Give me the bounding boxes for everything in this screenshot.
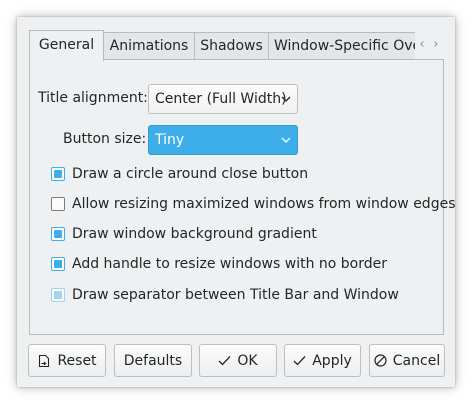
tab-shadows[interactable]: Shadows bbox=[194, 32, 269, 59]
option-resize-handle[interactable]: Add handle to resize windows with no bor… bbox=[51, 254, 387, 274]
title-alignment-combo[interactable]: Center (Full Width) bbox=[148, 84, 298, 114]
reset-button[interactable]: Reset bbox=[28, 344, 106, 377]
tab-window-specific[interactable]: Window-Specific Ove bbox=[268, 32, 415, 59]
apply-button[interactable]: Apply bbox=[284, 344, 361, 377]
title-alignment-value: Center (Full Width) bbox=[155, 91, 287, 107]
option-label: Add handle to resize windows with no bor… bbox=[72, 256, 387, 272]
cancel-button-label: Cancel bbox=[392, 352, 441, 369]
button-size-value: Tiny bbox=[155, 132, 185, 148]
tab-animations-label: Animations bbox=[109, 38, 189, 54]
tab-scroll-right-button[interactable]: › bbox=[429, 36, 443, 54]
reset-document-icon bbox=[37, 354, 51, 368]
tab-shadows-label: Shadows bbox=[200, 38, 263, 54]
option-draw-separator[interactable]: Draw separator between Title Bar and Win… bbox=[51, 285, 399, 305]
tab-page-general: Title alignment: Center (Full Width) But… bbox=[29, 59, 455, 335]
title-alignment-label: Title alignment: bbox=[38, 90, 148, 106]
button-size-label: Button size: bbox=[63, 131, 147, 147]
tab-bar: General Animations Shadows Window-Specif… bbox=[29, 30, 443, 61]
checkmark-icon bbox=[293, 355, 306, 366]
cancel-button[interactable]: Cancel bbox=[369, 344, 445, 377]
cancel-circle-icon bbox=[374, 354, 387, 367]
reset-button-label: Reset bbox=[57, 352, 97, 369]
button-size-combo[interactable]: Tiny bbox=[148, 125, 298, 155]
defaults-button[interactable]: Defaults bbox=[114, 344, 192, 377]
tab-animations[interactable]: Animations bbox=[103, 32, 195, 59]
tab-general[interactable]: General bbox=[29, 30, 104, 61]
settings-dialog: General Animations Shadows Window-Specif… bbox=[17, 17, 455, 387]
apply-button-label: Apply bbox=[312, 352, 352, 369]
checkbox-background-gradient[interactable] bbox=[51, 227, 65, 241]
option-label: Draw a circle around close button bbox=[72, 166, 309, 182]
tab-window-specific-label: Window-Specific Ove bbox=[274, 38, 415, 54]
checkmark-icon bbox=[218, 355, 231, 366]
chevron-left-icon: ‹ bbox=[419, 37, 425, 52]
chevron-down-icon bbox=[281, 126, 291, 154]
option-allow-resizing-maximized[interactable]: Allow resizing maximized windows from wi… bbox=[51, 194, 455, 214]
option-label: Allow resizing maximized windows from wi… bbox=[72, 196, 456, 212]
tab-general-label: General bbox=[38, 37, 95, 53]
defaults-button-label: Defaults bbox=[123, 352, 183, 369]
checkbox-allow-resizing-maximized[interactable] bbox=[51, 197, 65, 211]
checkbox-resize-handle[interactable] bbox=[51, 257, 65, 271]
option-draw-circle-close[interactable]: Draw a circle around close button bbox=[51, 164, 308, 184]
tab-scroll-left-button[interactable]: ‹ bbox=[415, 36, 429, 54]
option-label: Draw separator between Title Bar and Win… bbox=[72, 287, 399, 303]
checkbox-draw-circle-close[interactable] bbox=[51, 167, 65, 181]
option-background-gradient[interactable]: Draw window background gradient bbox=[51, 224, 317, 244]
option-label: Draw window background gradient bbox=[72, 226, 317, 242]
checkbox-draw-separator[interactable] bbox=[51, 288, 65, 302]
chevron-down-icon bbox=[281, 85, 291, 113]
chevron-right-icon: › bbox=[433, 37, 439, 52]
ok-button-label: OK bbox=[237, 352, 258, 369]
ok-button[interactable]: OK bbox=[199, 344, 277, 377]
